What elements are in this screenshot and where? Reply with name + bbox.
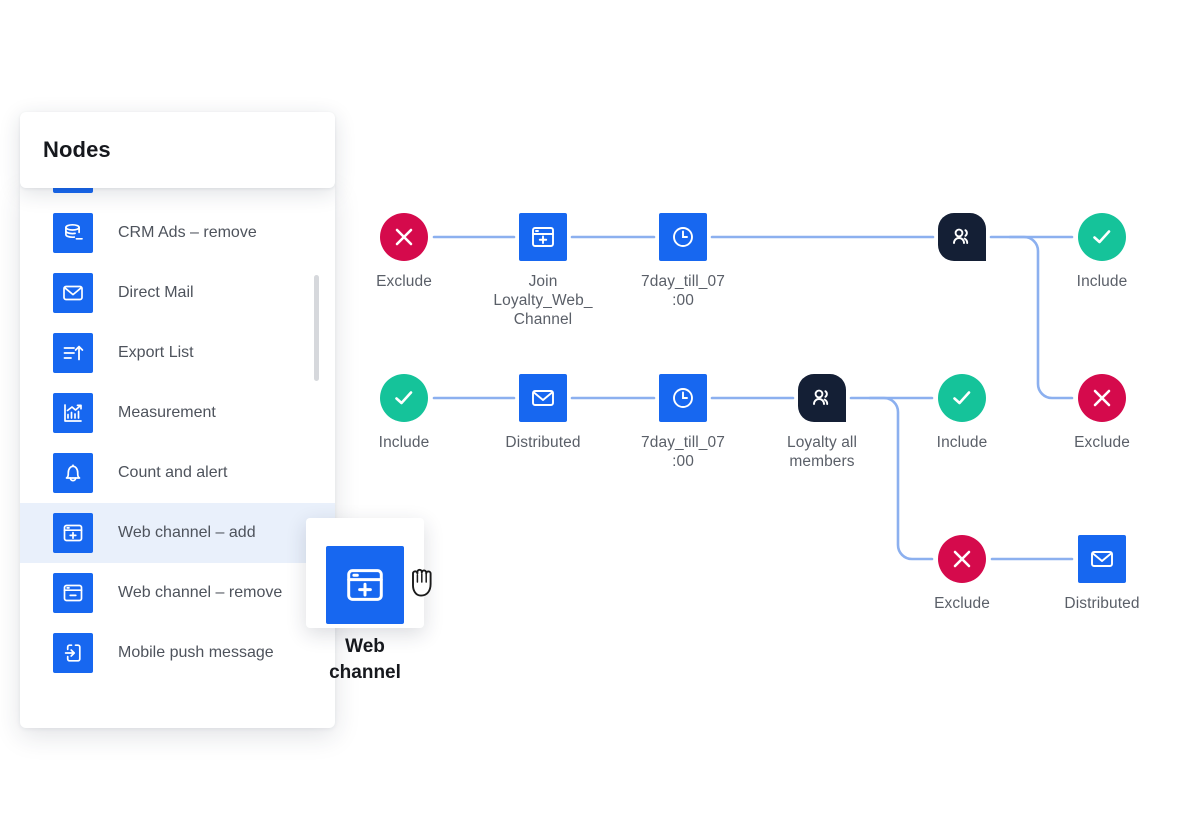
window-add-icon — [326, 546, 404, 624]
sidebar-item-label: Mobile push message — [118, 644, 274, 661]
audience-icon — [798, 374, 846, 422]
caption-line: Loyalty_Web_ — [493, 292, 593, 309]
flow-node-caption: Exclude — [376, 273, 432, 290]
flow-node-caption: 7day_till_07 :00 — [613, 272, 753, 310]
caption-line: 7day_till_07 — [641, 273, 725, 290]
flow-node-caption: Exclude — [934, 595, 990, 612]
sidebar-item-web-channel-remove[interactable]: Web channel – remove — [20, 563, 335, 623]
caption-line: Loyalty all — [786, 434, 858, 451]
sidebar-item-web-channel-add[interactable]: Web channel – add — [20, 503, 335, 563]
flow-node-include-3[interactable]: Include — [892, 374, 1032, 452]
sidebar-item-measurement[interactable]: Measurement — [20, 383, 335, 443]
flow-node-exclude-2[interactable]: Exclude — [1032, 374, 1172, 452]
cross-icon — [938, 535, 986, 583]
flow-node-distributed-1[interactable]: Distributed — [473, 374, 613, 452]
flow-node-caption: Include — [1076, 273, 1128, 290]
flow-node-caption: Exclude — [1074, 434, 1130, 451]
database-remove-icon — [53, 213, 93, 253]
bell-icon — [53, 453, 93, 493]
export-list-icon — [53, 333, 93, 373]
sidebar-item-count-and-alert[interactable]: Count and alert — [20, 443, 335, 503]
nodes-panel-list[interactable]: CRM Ads – add CRM Ads – remove — [20, 185, 335, 728]
caption-line: :00 — [672, 453, 694, 470]
flow-node-exclude-1[interactable]: Exclude — [334, 213, 474, 291]
caption-line: 7day_till_07 — [641, 434, 725, 451]
chart-icon — [53, 393, 93, 433]
audience-icon — [938, 213, 986, 261]
sidebar-item-label: Web channel – remove — [118, 584, 283, 601]
flow-node-caption: Distributed — [505, 434, 581, 451]
window-add-icon — [53, 513, 93, 553]
flow-node-caption: Loyalty all members — [752, 433, 892, 471]
cross-icon — [380, 213, 428, 261]
nodes-panel-header: Nodes — [20, 112, 335, 188]
flow-node-include-2[interactable]: Include — [334, 374, 474, 452]
envelope-icon — [519, 374, 567, 422]
flow-node-caption: Join Loyalty_Web_ Channel — [473, 272, 613, 329]
sidebar-item-direct-mail[interactable]: Direct Mail — [20, 263, 335, 323]
flow-node-distributed-2[interactable]: Distributed — [1032, 535, 1172, 613]
flow-node-loyalty-all-members[interactable]: Loyalty all members — [752, 374, 892, 471]
clock-icon — [659, 374, 707, 422]
check-icon — [380, 374, 428, 422]
drag-label-line: channel — [329, 662, 401, 683]
flow-node-include-1[interactable]: Include — [1032, 213, 1172, 291]
caption-line: Channel — [513, 311, 573, 328]
sidebar-item-label: Web channel – add — [118, 524, 256, 541]
caption-line: Join — [528, 273, 558, 290]
sidebar-item-mobile-push-message[interactable]: Mobile push message — [20, 623, 335, 683]
flow-node-caption: Include — [936, 434, 988, 451]
envelope-icon — [53, 273, 93, 313]
sidebar-item-label: CRM Ads – remove — [118, 224, 257, 241]
flow-node-caption: Distributed — [1064, 595, 1140, 612]
sidebar-item-crm-ads-remove[interactable]: CRM Ads – remove — [20, 203, 335, 263]
page-title: Nodes — [43, 137, 111, 162]
check-icon — [938, 374, 986, 422]
cross-icon — [1078, 374, 1126, 422]
flow-node-caption: 7day_till_07 :00 — [613, 433, 753, 471]
drag-label-line: Web — [345, 636, 385, 657]
flow-node-exclude-3[interactable]: Exclude — [892, 535, 1032, 613]
window-remove-icon — [53, 573, 93, 613]
flow-node-audience-top[interactable] — [892, 213, 1032, 261]
flow-node-join-loyalty-web-channel[interactable]: Join Loyalty_Web_ Channel — [473, 213, 613, 329]
flow-node-caption: Include — [378, 434, 430, 451]
flow-node-wait-7day-till-0700-middle[interactable]: 7day_till_07 :00 — [613, 374, 753, 471]
drag-preview-label: Web channel — [306, 634, 424, 686]
sidebar-item-label: Export List — [118, 344, 194, 361]
grab-hand-cursor — [412, 568, 432, 597]
caption-line: members — [789, 453, 855, 470]
caption-line: :00 — [672, 292, 694, 309]
sidebar-item-label: Direct Mail — [118, 284, 194, 301]
window-add-icon — [519, 213, 567, 261]
mobile-push-icon — [53, 633, 93, 673]
sidebar-item-export-list[interactable]: Export List — [20, 323, 335, 383]
clock-icon — [659, 213, 707, 261]
sidebar-scrollbar[interactable] — [314, 275, 319, 381]
sidebar-item-label: Measurement — [118, 404, 216, 421]
sidebar-item-label: Count and alert — [118, 464, 228, 481]
check-icon — [1078, 213, 1126, 261]
envelope-icon — [1078, 535, 1126, 583]
flow-node-wait-7day-till-0700-top[interactable]: 7day_till_07 :00 — [613, 213, 753, 310]
nodes-list: CRM Ads – add CRM Ads – remove — [20, 185, 335, 683]
